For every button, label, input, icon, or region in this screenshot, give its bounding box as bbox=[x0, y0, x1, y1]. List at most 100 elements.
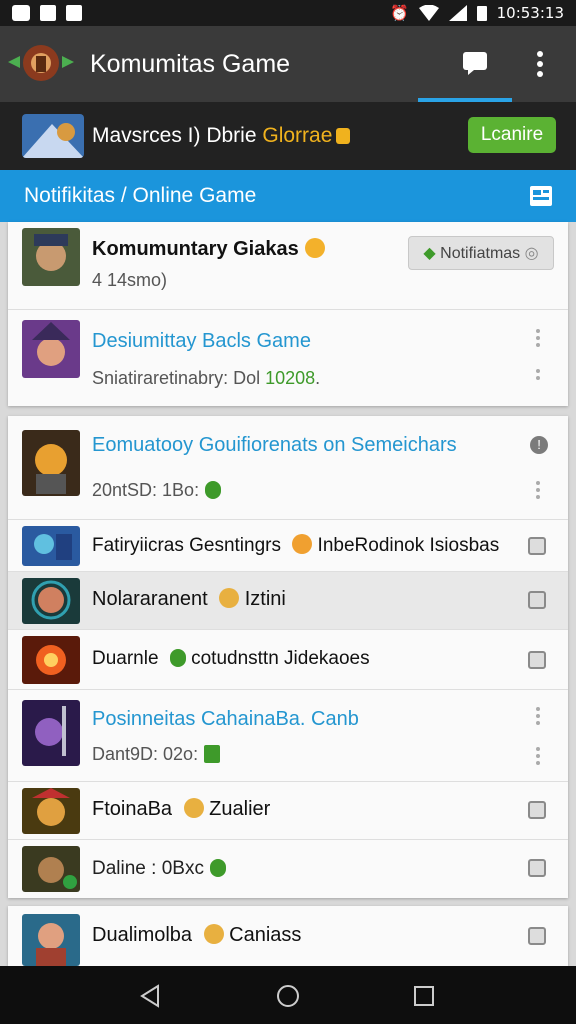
chip-dot-icon: ◆ bbox=[423, 245, 436, 262]
title-text: Nolararanent bbox=[92, 588, 214, 610]
checkbox[interactable] bbox=[528, 801, 546, 819]
title-tail: cotudnsttn Jidekaoes bbox=[185, 648, 370, 669]
green-badge-icon bbox=[209, 859, 226, 877]
checkbox[interactable] bbox=[528, 591, 546, 609]
clock: 10:53:13 bbox=[496, 4, 564, 22]
title-text: Fatiryiicras Gesntingrs bbox=[92, 535, 287, 556]
avatar bbox=[22, 578, 80, 624]
app-logo[interactable] bbox=[8, 42, 74, 84]
banner-text-main: Mavsrces I) Dbrie bbox=[92, 124, 263, 147]
section-title: Notifikitas / Online Game bbox=[24, 184, 257, 207]
avatar bbox=[22, 846, 80, 892]
list-item[interactable]: Desiumittay Bacls Game Sniatiraretinabry… bbox=[8, 310, 568, 406]
launch-button[interactable]: Lcanire bbox=[468, 117, 556, 153]
leaf-icon bbox=[169, 649, 186, 667]
title-tail: Iztini bbox=[239, 588, 286, 610]
title-text: FtoinaBa bbox=[92, 798, 178, 820]
more-options-icon[interactable] bbox=[534, 478, 542, 502]
info-icon[interactable]: ! bbox=[530, 436, 548, 454]
green-badge-icon bbox=[205, 481, 222, 499]
list-item[interactable]: FtoinaBa Zualier bbox=[8, 782, 568, 840]
shield-icon bbox=[66, 5, 82, 21]
smiley-icon bbox=[292, 534, 313, 554]
list-item[interactable]: Duarnle cotudnsttn Jidekaoes bbox=[8, 630, 568, 690]
more-options-icon[interactable] bbox=[534, 366, 542, 383]
more-options-icon[interactable] bbox=[534, 744, 542, 768]
subtitle-text: 20ntSD: 1Bo: bbox=[92, 480, 200, 500]
list-item-title: Nolararanent Iztini bbox=[92, 588, 286, 611]
banner-text: Mavsrces I) Dbrie Glorrae bbox=[92, 124, 351, 148]
lock-icon bbox=[336, 128, 351, 144]
notification-card: Komumuntary Giakas 4 14smo) ◆ Notifiatma… bbox=[8, 222, 568, 406]
list-item-title: Eomuatooy Gouifiorenats on Semeichars bbox=[92, 434, 457, 456]
title-text: Dualimolba bbox=[92, 924, 198, 946]
battery-icon bbox=[476, 6, 487, 21]
checkbox[interactable] bbox=[528, 859, 546, 877]
list-item-title: Daline : 0Bxc bbox=[92, 858, 226, 880]
avatar bbox=[22, 700, 80, 766]
signal-icon bbox=[448, 5, 467, 21]
smiley-icon bbox=[304, 238, 325, 258]
checkbox[interactable] bbox=[528, 537, 546, 555]
chip-close-icon: ◎ bbox=[524, 245, 539, 262]
status-left bbox=[12, 5, 82, 21]
more-options-icon[interactable] bbox=[534, 326, 542, 350]
list-item[interactable]: Nolararanent Iztini bbox=[8, 572, 568, 630]
chip-label: Notifiatmas bbox=[440, 245, 521, 262]
list-item[interactable]: Daline : 0Bxc bbox=[8, 840, 568, 898]
bolt-icon bbox=[204, 745, 221, 763]
layout-icon[interactable] bbox=[530, 186, 552, 206]
gallery-icon bbox=[40, 5, 56, 21]
title-tail: InbeRodinok Isiosbas bbox=[312, 535, 500, 556]
page-title: Komumitas Game bbox=[90, 50, 291, 78]
avatar bbox=[22, 788, 80, 834]
more-options-icon[interactable] bbox=[530, 48, 550, 80]
list-item-subtitle: Sniatiraretinabry: Dol 10208. bbox=[92, 368, 320, 389]
notification-icon bbox=[12, 5, 30, 21]
medal-icon bbox=[219, 588, 240, 608]
checkbox[interactable] bbox=[528, 651, 546, 669]
medal-icon bbox=[183, 798, 204, 818]
notification-card: Dualimolba Caniass bbox=[8, 906, 568, 966]
avatar bbox=[22, 228, 80, 286]
app-bar: Komumitas Game bbox=[0, 26, 576, 102]
list-item-subtitle: 4 14smo) bbox=[92, 270, 168, 290]
title-tail: Caniass bbox=[223, 924, 302, 946]
list-item[interactable]: Dualimolba Caniass bbox=[8, 906, 568, 966]
list-item[interactable]: Fatiryiicras Gesntingrs InbeRodinok Isio… bbox=[8, 520, 568, 572]
list-item-subtitle: Dant9D: 02o: bbox=[92, 744, 221, 765]
title-text: Daline : 0Bxc bbox=[92, 858, 204, 879]
system-nav-bar bbox=[0, 966, 576, 1024]
list-item[interactable]: Eomuatooy Gouifiorenats on Semeichars 20… bbox=[8, 416, 568, 520]
avatar bbox=[22, 636, 80, 684]
section-header: Notifikitas / Online Game bbox=[0, 170, 576, 222]
back-icon[interactable] bbox=[138, 984, 162, 1008]
avatar bbox=[22, 914, 80, 966]
list-item-title: Duarnle cotudnsttn Jidekaoes bbox=[92, 648, 370, 670]
list-item[interactable]: Posinneitas CahainaBa. Canb Dant9D: 02o: bbox=[8, 690, 568, 782]
subtitle-number: 10208 bbox=[265, 368, 316, 388]
notification-chip[interactable]: ◆ Notifiatmas ◎ bbox=[408, 236, 554, 270]
title-text: Duarnle bbox=[92, 648, 164, 669]
medal-icon bbox=[203, 924, 224, 944]
banner-text-gold: Glorrae bbox=[262, 124, 333, 147]
list-item-subtitle: 20ntSD: 1Bo: bbox=[92, 480, 222, 501]
notification-card: Eomuatooy Gouifiorenats on Semeichars 20… bbox=[8, 416, 568, 898]
wifi-icon bbox=[418, 5, 439, 21]
subtitle-text: Sniatiraretinabry: Dol bbox=[92, 368, 266, 388]
avatar bbox=[22, 526, 80, 566]
more-options-icon[interactable] bbox=[534, 704, 542, 728]
title-tail: Zualier bbox=[203, 798, 271, 820]
avatar bbox=[22, 430, 80, 496]
alarm-icon: ⏰ bbox=[389, 4, 409, 22]
home-icon[interactable] bbox=[276, 984, 300, 1008]
banner-thumbnail bbox=[22, 114, 84, 158]
recents-icon[interactable] bbox=[412, 984, 436, 1008]
list-item-title: Posinneitas CahainaBa. Canb bbox=[92, 708, 359, 730]
checkbox[interactable] bbox=[528, 927, 546, 945]
list-item-title: Dualimolba Caniass bbox=[92, 924, 301, 947]
chat-icon[interactable] bbox=[462, 51, 488, 75]
avatar bbox=[22, 320, 80, 378]
list-item[interactable]: Komumuntary Giakas 4 14smo) ◆ Notifiatma… bbox=[8, 222, 568, 310]
list-item-title: Fatiryiicras Gesntingrs InbeRodinok Isio… bbox=[92, 534, 499, 557]
